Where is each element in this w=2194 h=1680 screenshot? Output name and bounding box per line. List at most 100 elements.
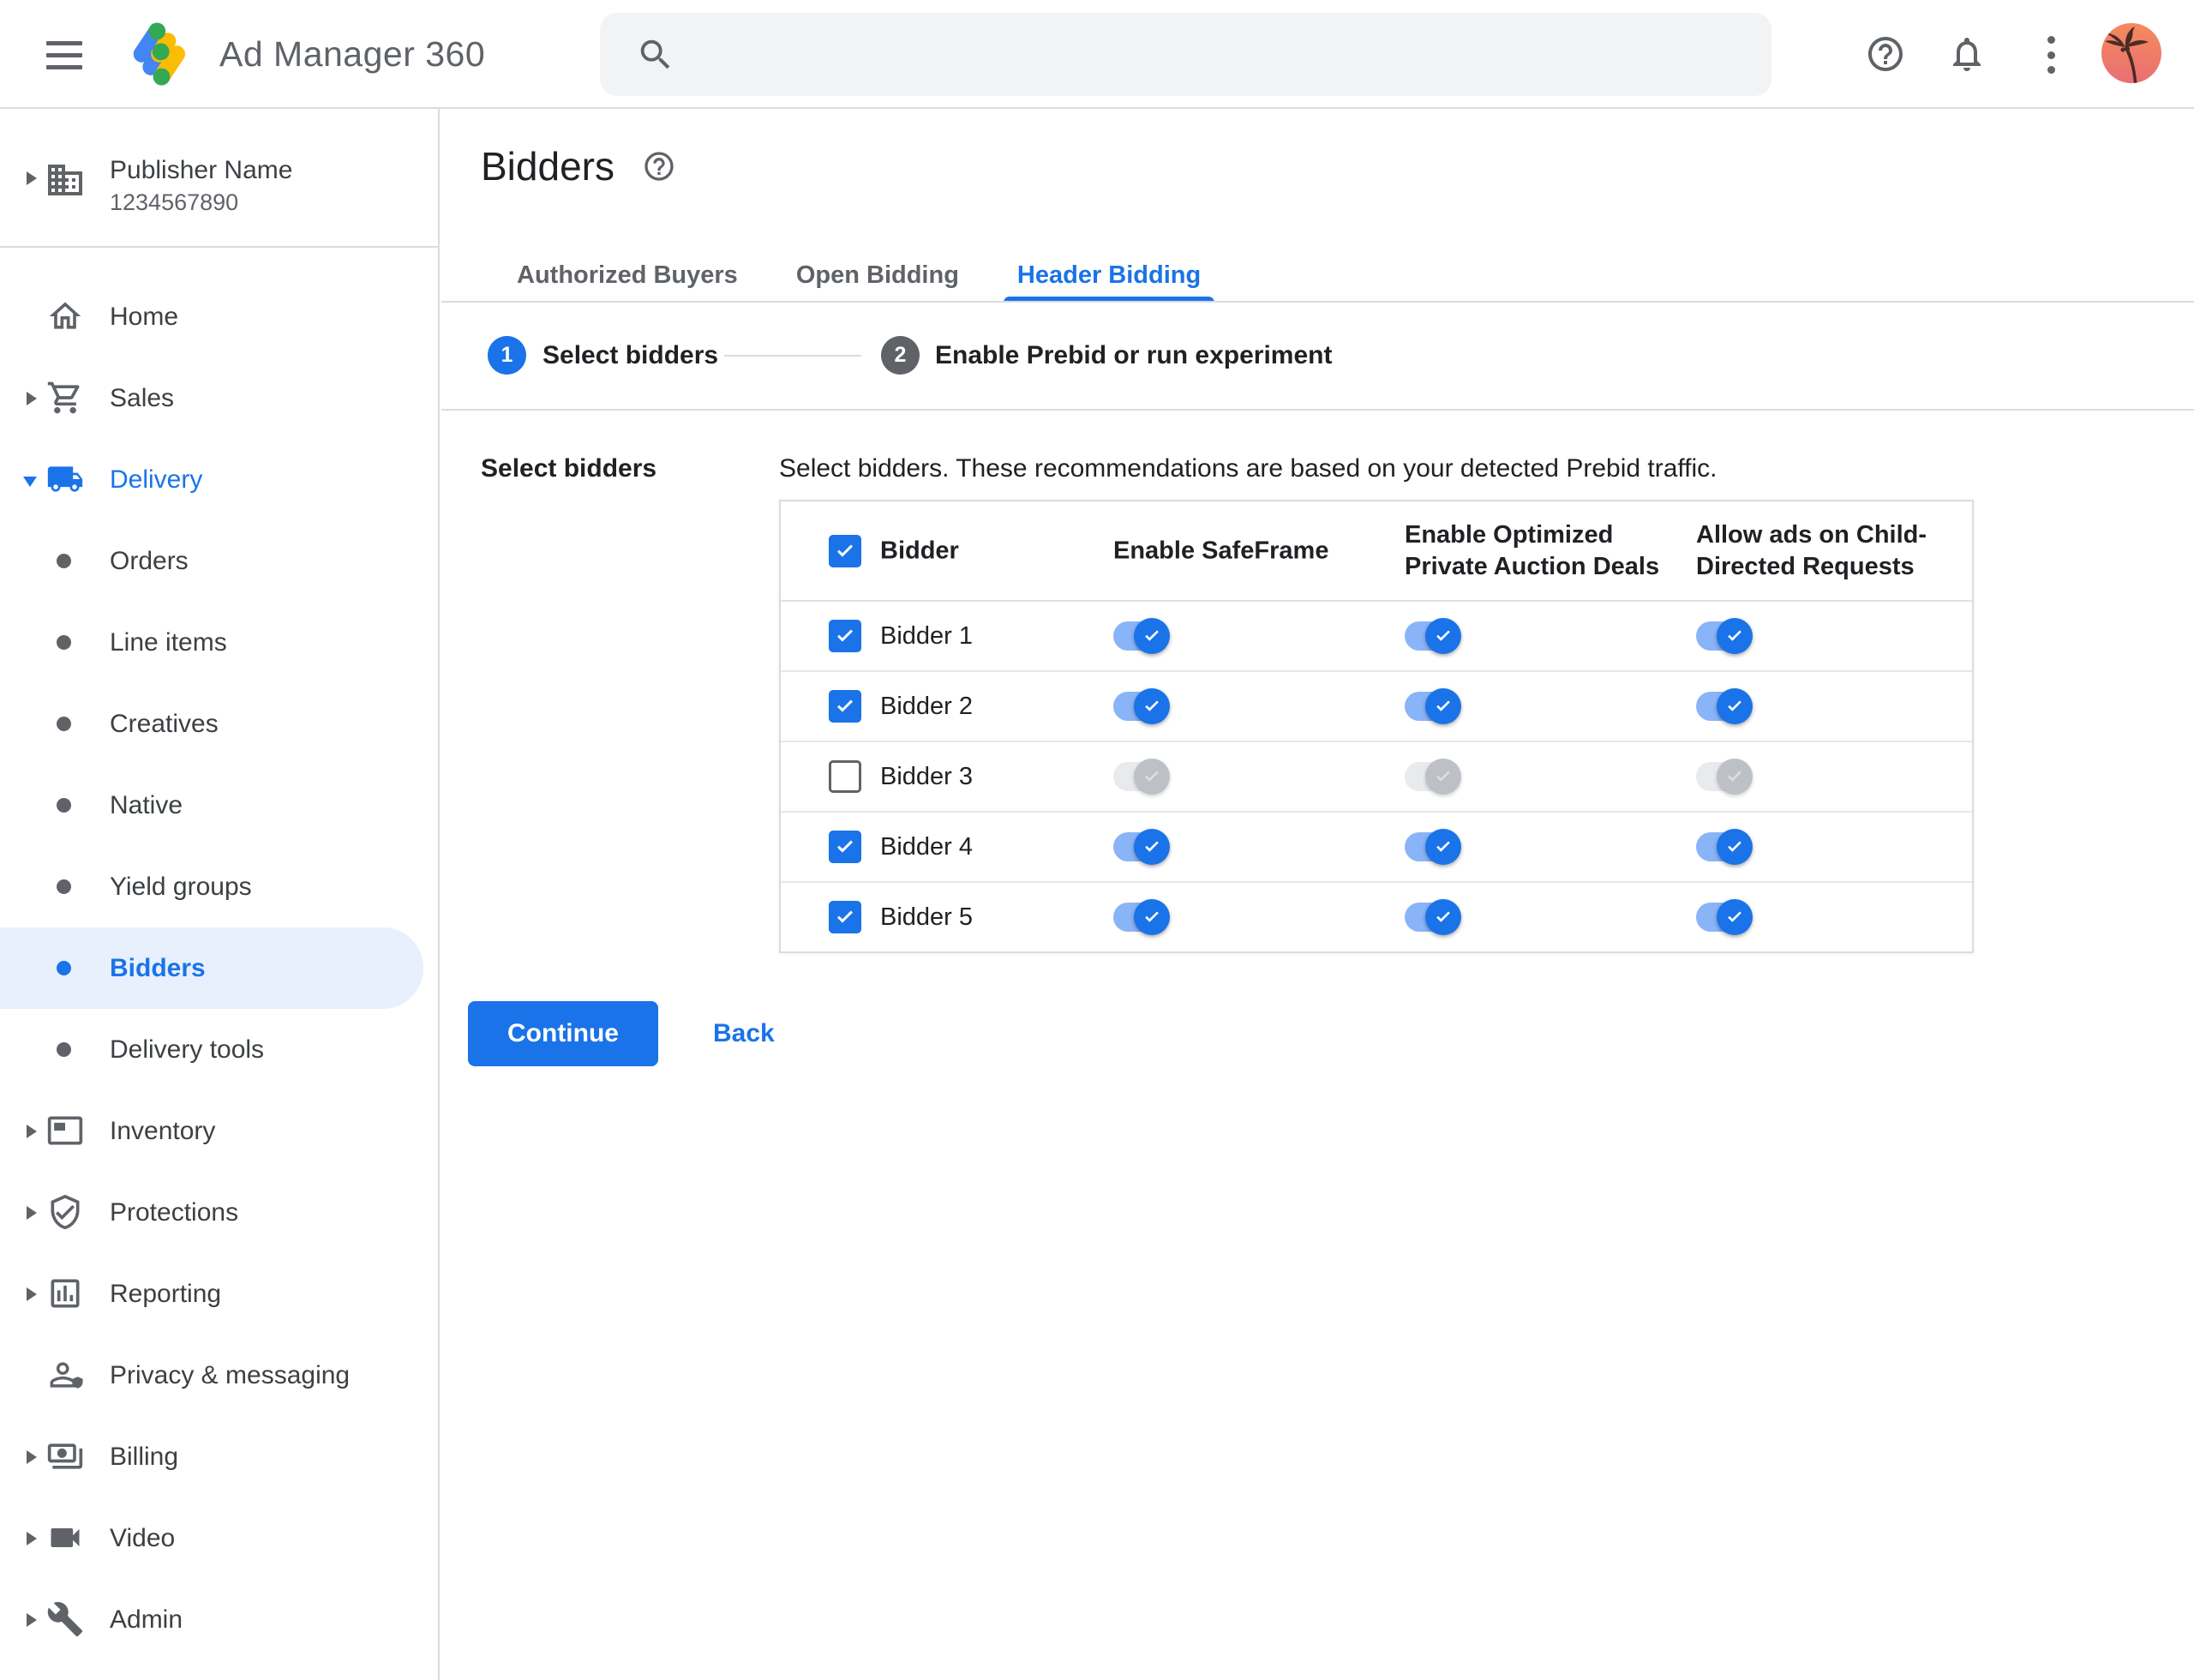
sidebar-item-home[interactable]: Home — [0, 276, 438, 357]
child-directed-toggle[interactable] — [1696, 618, 1753, 654]
safeframe-toggle[interactable] — [1113, 688, 1170, 724]
sidebar-item-native[interactable]: Native — [0, 765, 438, 846]
sidebar-item-sales[interactable]: Sales — [0, 357, 438, 439]
tab-authorized-buyers[interactable]: Authorized Buyers — [503, 251, 752, 303]
sidebar-item-label: Delivery — [110, 465, 203, 494]
menu-icon[interactable] — [46, 41, 82, 69]
page-header: Bidders — [481, 143, 676, 189]
table-row-bidder-5: Bidder 5 — [781, 883, 1972, 951]
notifications-icon[interactable] — [1946, 33, 1987, 75]
sidebar-divider — [0, 246, 438, 248]
sidebar-item-label: Admin — [110, 1605, 183, 1634]
child-directed-toggle[interactable] — [1696, 899, 1753, 935]
sidebar-item-privacy-messaging[interactable]: Privacy & messaging — [0, 1335, 438, 1416]
optimized-deals-toggle[interactable] — [1405, 829, 1461, 865]
safeframe-toggle[interactable] — [1113, 829, 1170, 865]
safeframe-toggle[interactable] — [1113, 618, 1170, 654]
sidebar-item-line-items[interactable]: Line items — [0, 602, 438, 683]
sidebar-item-inventory[interactable]: Inventory — [0, 1090, 438, 1172]
optimized-deals-toggle[interactable] — [1405, 618, 1461, 654]
shield-check-icon — [46, 1193, 84, 1231]
bullet-icon — [57, 717, 71, 731]
expand-right-icon — [27, 1206, 37, 1220]
sidebar-item-protections[interactable]: Protections — [0, 1172, 438, 1253]
continue-button[interactable]: Continue — [468, 1001, 658, 1066]
row-checkbox[interactable] — [829, 620, 861, 652]
sidebar-item-reporting[interactable]: Reporting — [0, 1253, 438, 1335]
optimized-deals-toggle[interactable] — [1405, 688, 1461, 724]
publisher-id: 1234567890 — [110, 189, 239, 215]
tab-label: Open Bidding — [795, 261, 959, 289]
help-circle-icon[interactable] — [642, 149, 676, 183]
sidebar-item-label: Delivery tools — [110, 1035, 265, 1064]
safeframe-toggle[interactable] — [1113, 759, 1170, 795]
more-vert-icon[interactable] — [2047, 36, 2055, 74]
row-checkbox[interactable] — [829, 690, 861, 723]
sidebar-item-label: Inventory — [110, 1117, 216, 1145]
sidebar-item-bidders[interactable]: Bidders — [0, 927, 423, 1009]
expand-right-icon — [27, 1532, 37, 1545]
row-checkbox[interactable] — [829, 760, 861, 793]
expand-right-icon — [27, 1613, 37, 1627]
bullet-icon — [57, 635, 71, 650]
ad-manager-logo-icon — [125, 15, 192, 93]
sidebar-item-billing[interactable]: Billing — [0, 1416, 438, 1497]
sidebar-item-creatives[interactable]: Creatives — [0, 683, 438, 765]
sidebar-nav: Home Sales Delivery Orders Line items Cr… — [0, 276, 438, 1660]
search-icon — [636, 35, 675, 75]
building-icon — [45, 159, 86, 201]
sidebar-item-label: Billing — [110, 1443, 179, 1471]
tab-bar: Authorized Buyers Open Bidding Header Bi… — [503, 251, 1215, 303]
table-row-bidder-2: Bidder 2 — [781, 672, 1972, 742]
table-row-bidder-4: Bidder 4 — [781, 813, 1972, 883]
truck-icon — [46, 460, 84, 498]
step-2-label: Enable Prebid or run experiment — [935, 341, 1333, 369]
step-connector — [724, 355, 861, 357]
table-row-bidder-1: Bidder 1 — [781, 602, 1972, 672]
sidebar-item-video[interactable]: Video — [0, 1497, 438, 1579]
sidebar-item-label: Creatives — [110, 710, 219, 738]
home-icon — [46, 297, 84, 335]
publisher-name: Publisher Name — [110, 156, 293, 184]
sidebar-item-admin[interactable]: Admin — [0, 1579, 438, 1660]
search-input[interactable] — [701, 27, 1746, 81]
tab-header-bidding[interactable]: Header Bidding — [1003, 251, 1215, 303]
child-directed-toggle[interactable] — [1696, 688, 1753, 724]
payments-icon — [46, 1437, 84, 1475]
section-label: Select bidders — [481, 454, 657, 483]
child-directed-toggle[interactable] — [1696, 759, 1753, 795]
bidder-name: Bidder 3 — [880, 763, 974, 790]
sidebar-item-delivery-tools[interactable]: Delivery tools — [0, 1009, 438, 1090]
child-directed-toggle[interactable] — [1696, 829, 1753, 865]
safeframe-toggle[interactable] — [1113, 899, 1170, 935]
sidebar-item-orders[interactable]: Orders — [0, 520, 438, 602]
table-row-bidder-3: Bidder 3 — [781, 742, 1972, 813]
expand-right-icon — [27, 1287, 37, 1301]
back-button[interactable]: Back — [696, 1001, 792, 1066]
bidder-name: Bidder 2 — [880, 693, 974, 720]
expand-right-icon — [27, 1125, 37, 1138]
row-checkbox[interactable] — [829, 831, 861, 863]
help-icon[interactable] — [1865, 33, 1906, 75]
sidebar-item-label: Yield groups — [110, 873, 252, 901]
row-checkbox[interactable] — [829, 901, 861, 933]
person-badge-icon — [46, 1356, 84, 1394]
global-search[interactable] — [600, 13, 1771, 96]
bidder-name: Bidder 1 — [880, 622, 974, 650]
optimized-deals-toggle[interactable] — [1405, 899, 1461, 935]
tab-label: Header Bidding — [1016, 261, 1202, 289]
sidebar-item-yield-groups[interactable]: Yield groups — [0, 846, 438, 927]
account-avatar[interactable] — [2101, 23, 2161, 83]
stepper-divider — [441, 409, 2194, 411]
step-1-indicator: 1 — [488, 336, 526, 375]
tab-open-bidding[interactable]: Open Bidding — [782, 251, 973, 303]
sidebar-item-label: Orders — [110, 547, 189, 575]
select-all-checkbox[interactable] — [829, 535, 861, 567]
sidebar: Publisher Name 1234567890 Home Sales Del… — [0, 109, 440, 1680]
step-number: 1 — [501, 343, 513, 367]
publisher-selector[interactable]: Publisher Name 1234567890 — [0, 130, 438, 233]
expand-right-icon — [27, 1450, 37, 1464]
step-1-label: Select bidders — [543, 341, 719, 369]
sidebar-item-delivery[interactable]: Delivery — [0, 439, 438, 520]
optimized-deals-toggle[interactable] — [1405, 759, 1461, 795]
